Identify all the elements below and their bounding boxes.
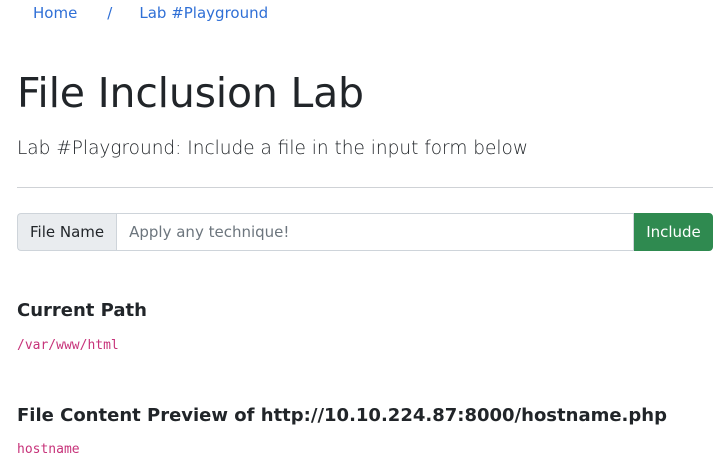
file-name-label: File Name [17,213,117,251]
breadcrumb-home-link[interactable]: Home [33,4,77,22]
preview-url: http://10.10.224.87:8000/hostname.php [260,405,667,426]
page-subtitle: Lab #Playground: Include a file in the i… [17,138,528,159]
preview-content: hostname [17,442,80,457]
current-path-heading: Current Path [17,300,147,321]
file-name-input[interactable] [116,213,634,251]
page-title: File Inclusion Lab [17,69,364,117]
preview-heading: File Content Preview of http://10.10.224… [17,405,667,426]
current-path-value: /var/www/html [17,338,119,353]
breadcrumb: Home / Lab #Playground [33,4,268,22]
breadcrumb-separator: / [107,4,113,22]
file-include-form: File Name Include [17,213,713,251]
divider [17,187,713,188]
preview-heading-prefix: File Content Preview of [17,405,255,426]
breadcrumb-current-link[interactable]: Lab #Playground [139,4,268,22]
include-button[interactable]: Include [634,213,713,251]
